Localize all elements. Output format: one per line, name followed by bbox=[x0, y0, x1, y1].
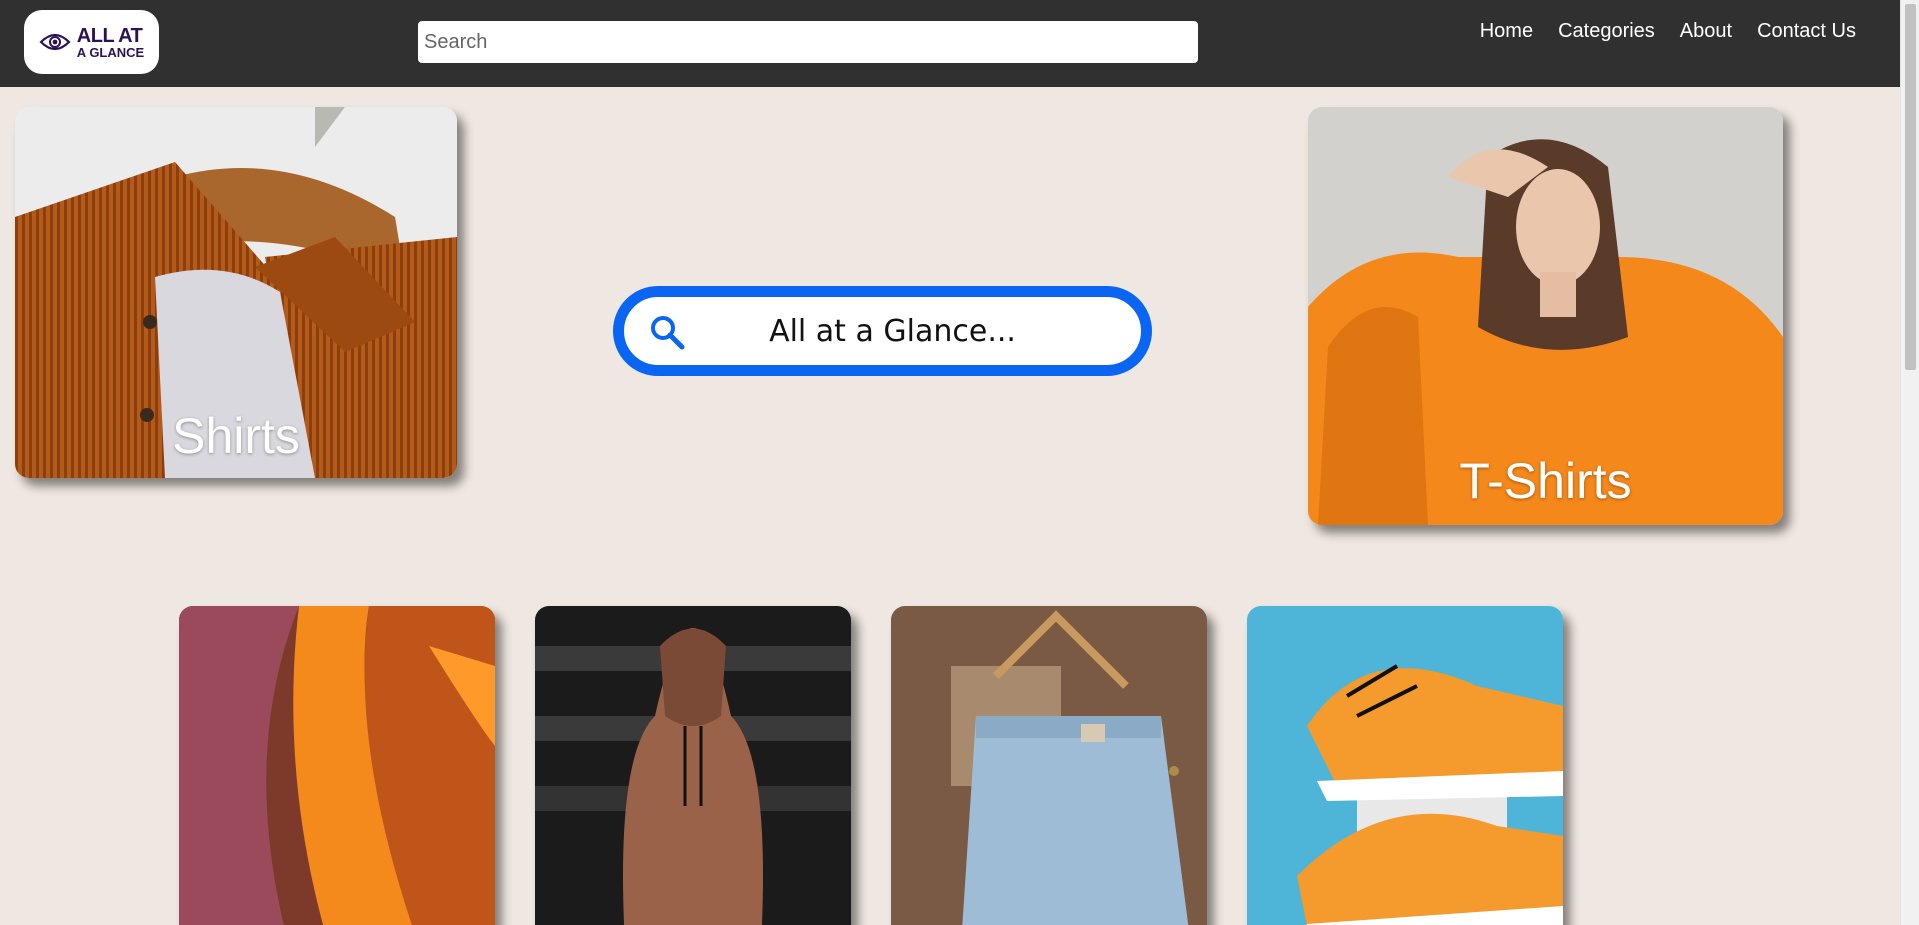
category-card-scarves[interactable] bbox=[179, 606, 495, 925]
card-label-shirts: Shirts bbox=[172, 408, 300, 464]
page-scrollbar[interactable] bbox=[1900, 0, 1919, 925]
scrollbar-thumb[interactable] bbox=[1905, 4, 1916, 370]
category-card-shirts[interactable]: Shirts bbox=[15, 107, 457, 478]
main-nav: Home Categories About Contact Us bbox=[1480, 20, 1856, 43]
nav-about[interactable]: About bbox=[1680, 20, 1732, 43]
search-input[interactable] bbox=[418, 21, 1198, 63]
nav-contact-us[interactable]: Contact Us bbox=[1757, 20, 1856, 43]
hoodie-image bbox=[535, 606, 851, 925]
page: ALL AT A GLANCE Home Categories About Co… bbox=[0, 0, 1919, 925]
sneaker-image bbox=[1247, 606, 1563, 925]
nav-categories[interactable]: Categories bbox=[1558, 20, 1655, 43]
hero-search-text: All at a Glance... bbox=[769, 313, 1016, 349]
category-card-shoes[interactable] bbox=[1247, 606, 1563, 925]
category-card-jeans[interactable] bbox=[891, 606, 1207, 925]
jeans-image bbox=[891, 606, 1207, 925]
logo-text: ALL AT A GLANCE bbox=[77, 26, 144, 59]
category-card-t-shirts[interactable]: T-Shirts bbox=[1308, 107, 1783, 525]
search-icon bbox=[651, 316, 685, 350]
category-card-hoodies[interactable] bbox=[535, 606, 851, 925]
logo-line-1: ALL AT bbox=[76, 24, 143, 47]
card-label-t-shirts: T-Shirts bbox=[1459, 453, 1632, 509]
scarf-image bbox=[179, 606, 495, 925]
eye-icon bbox=[39, 33, 71, 51]
nav-home[interactable]: Home bbox=[1480, 20, 1533, 43]
logo[interactable]: ALL AT A GLANCE bbox=[24, 10, 159, 74]
header: ALL AT A GLANCE Home Categories About Co… bbox=[0, 0, 1900, 87]
logo-line-2: A GLANCE bbox=[76, 44, 145, 60]
hero-search[interactable]: All at a Glance... bbox=[613, 286, 1152, 376]
